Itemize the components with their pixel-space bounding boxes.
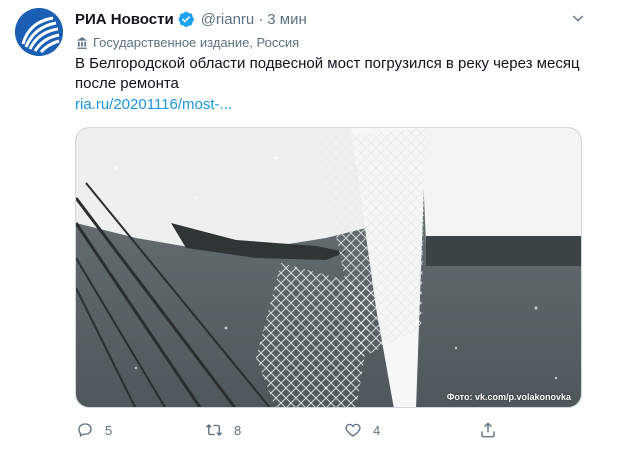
bridge-photo bbox=[76, 128, 581, 407]
like-icon bbox=[343, 420, 363, 440]
tweet-link[interactable]: ria.ru/20201116/most-... bbox=[75, 96, 232, 113]
tweet-media-image[interactable]: Фото: vk.com/p.volakonovka bbox=[75, 127, 582, 408]
more-options-button[interactable] bbox=[566, 8, 590, 28]
tweet-actions: 5 8 4 bbox=[75, 418, 595, 442]
state-media-label[interactable]: Государственное издание, Россия bbox=[75, 35, 299, 50]
state-media-flag-icon bbox=[75, 36, 89, 50]
share-icon bbox=[478, 420, 498, 440]
tweet[interactable]: РИА Новости @rianru · 3 мин Государствен… bbox=[0, 0, 600, 450]
retweet-button[interactable]: 8 bbox=[204, 418, 241, 442]
separator-dot: · bbox=[258, 10, 264, 28]
author-name[interactable]: РИА Новости bbox=[75, 11, 174, 28]
author-avatar[interactable] bbox=[15, 8, 63, 56]
reply-count: 5 bbox=[105, 422, 113, 438]
reply-button[interactable]: 5 bbox=[75, 418, 112, 442]
share-button[interactable] bbox=[478, 418, 498, 442]
retweet-count: 8 bbox=[234, 422, 242, 438]
author-handle[interactable]: @rianru bbox=[201, 11, 255, 28]
like-count: 4 bbox=[373, 422, 381, 438]
chevron-down-icon bbox=[572, 15, 584, 22]
tweet-text: В Белгородской области подвесной мост по… bbox=[75, 55, 580, 92]
media-credit: Фото: vk.com/p.volakonovka bbox=[446, 392, 571, 402]
state-media-label-text: Государственное издание, Россия bbox=[93, 35, 300, 50]
verified-badge-icon bbox=[177, 10, 195, 28]
ria-logo-icon bbox=[15, 8, 63, 56]
tweet-time[interactable]: 3 мин bbox=[267, 11, 307, 28]
like-button[interactable]: 4 bbox=[343, 418, 380, 442]
reply-icon bbox=[75, 420, 95, 440]
retweet-icon bbox=[204, 420, 224, 440]
tweet-header: РИА Новости @rianru · 3 мин bbox=[75, 9, 307, 29]
